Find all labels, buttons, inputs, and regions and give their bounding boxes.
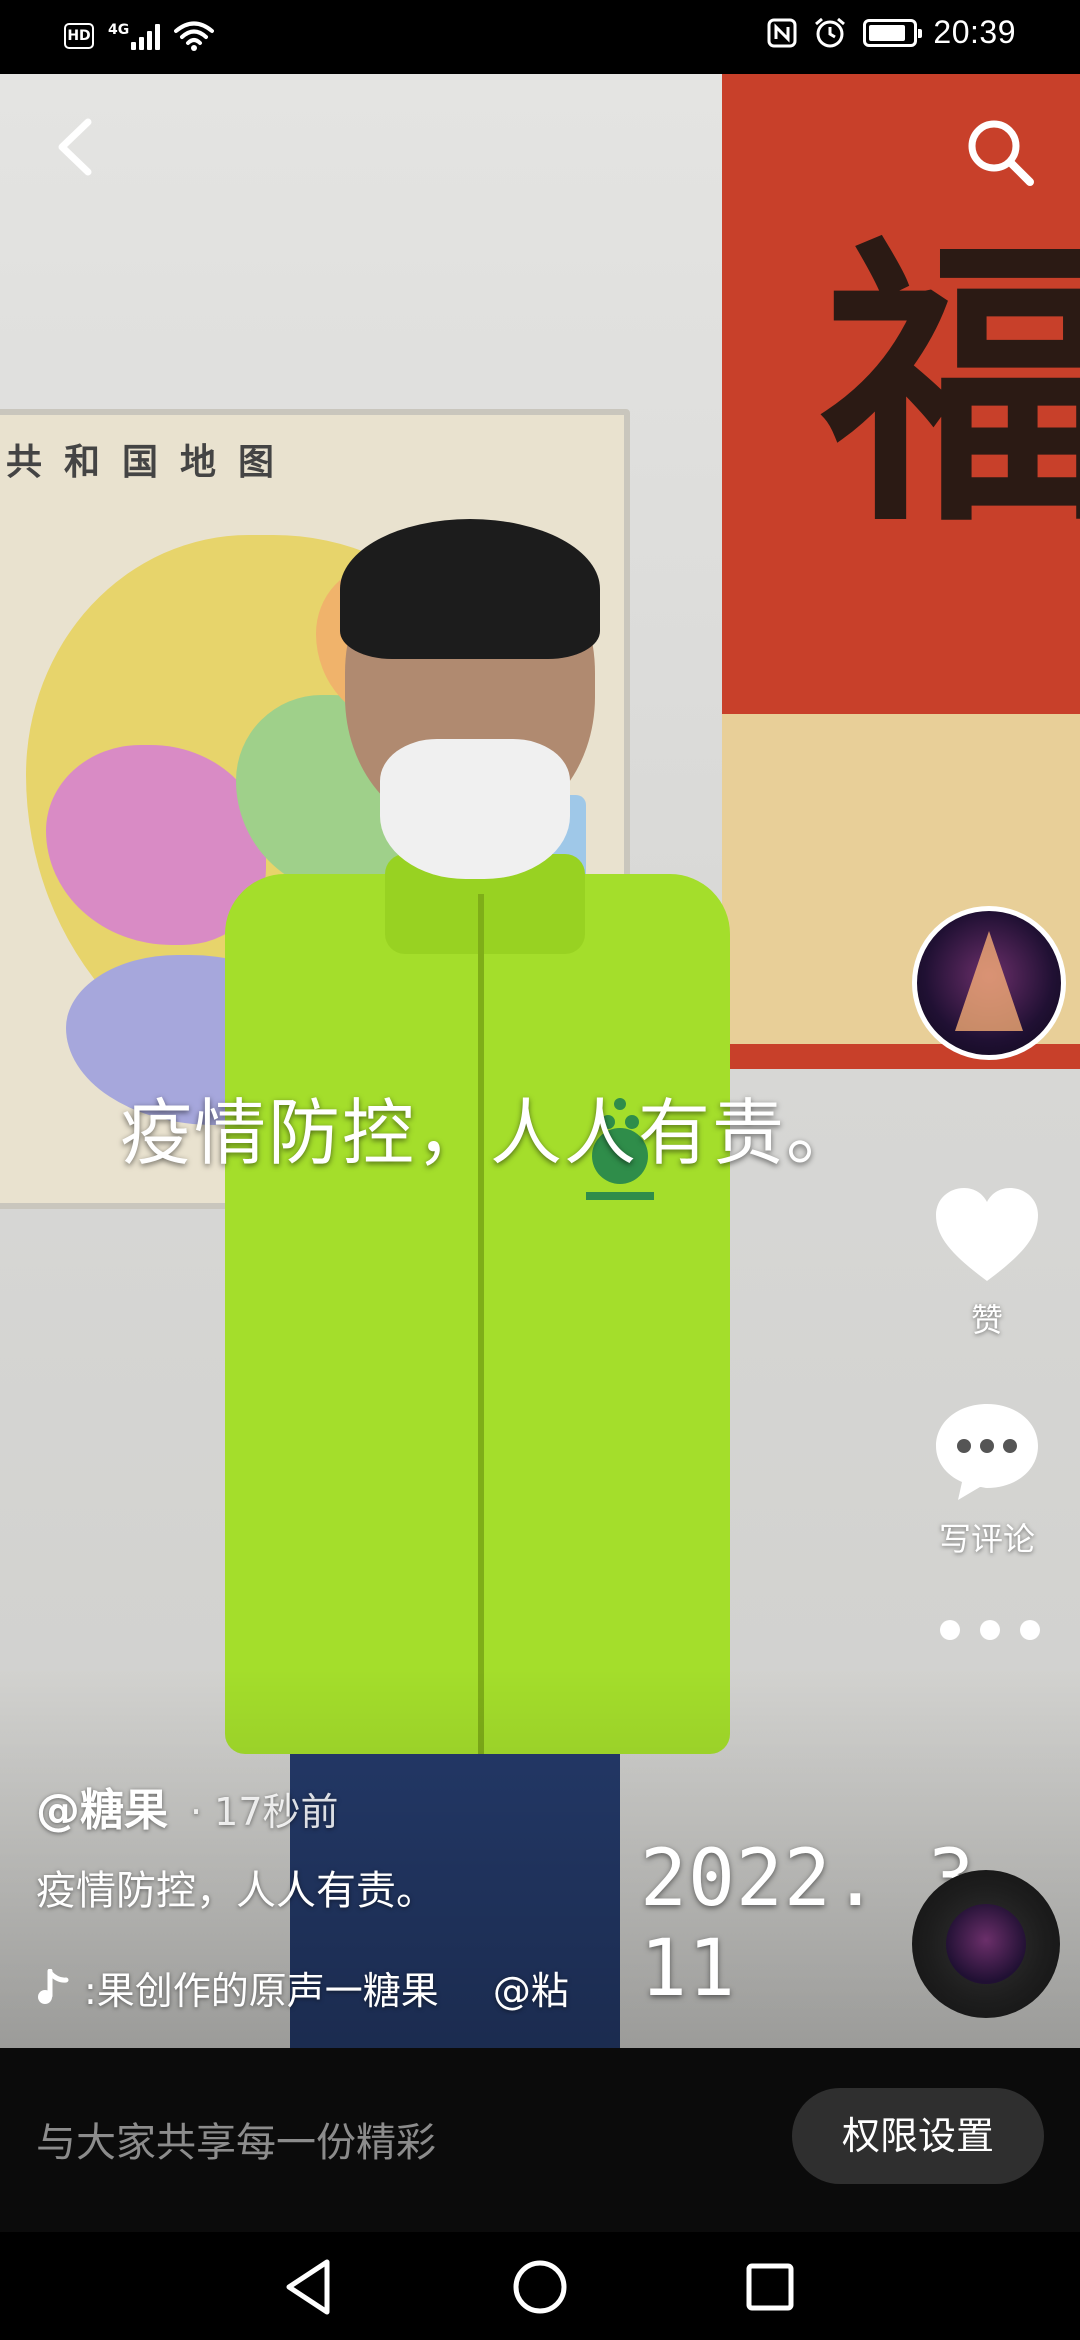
battery-icon	[863, 18, 923, 47]
status-right: 20:39	[767, 14, 1016, 51]
vest-zipper	[478, 894, 484, 1754]
wifi-icon	[174, 21, 215, 51]
recents-square-icon[interactable]	[735, 2252, 805, 2322]
status-bar: HD 4G 20:39	[0, 0, 1080, 74]
hd-icon: HD	[64, 23, 94, 49]
battery-fill	[869, 24, 906, 41]
post-author-row: @糖果 · 17秒前	[36, 1774, 339, 1838]
more-button[interactable]	[940, 1610, 1040, 1650]
back-button[interactable]	[48, 112, 108, 182]
comment-input-bar: 与大家共享每一份精彩 权限设置	[0, 2048, 1080, 2232]
post-description: 疫情防控，人人有责。	[36, 1868, 436, 1914]
nfc-icon	[767, 18, 797, 47]
comment-button[interactable]: 写评论	[912, 1400, 1062, 1560]
alarm-icon	[815, 17, 846, 47]
home-circle-icon[interactable]	[505, 2252, 575, 2322]
author-name[interactable]: @糖果	[36, 1774, 168, 1838]
video-player[interactable]: 共和国地图 福 疫情防控，人人有责。 2022. 3. 11	[0, 74, 1080, 2048]
person-hair	[340, 519, 600, 659]
search-icon	[968, 120, 1034, 186]
author-avatar[interactable]	[912, 906, 1066, 1060]
post-time: · 17秒前	[190, 1790, 339, 1834]
like-button[interactable]: 赞	[912, 1185, 1062, 1341]
music-disc[interactable]	[912, 1870, 1060, 2018]
share-input[interactable]: 与大家共享每一份精彩	[36, 2110, 436, 2168]
music-ticker[interactable]: :果创作的原声一糖果 @粘	[36, 1960, 596, 2015]
heart-icon	[936, 1188, 1038, 1281]
status-time: 20:39	[933, 14, 1016, 50]
network-type: 4G	[108, 22, 130, 38]
christmas-tree-icon	[955, 931, 1023, 1031]
system-nav-bar	[0, 2232, 1080, 2340]
video-caption: 疫情防控，人人有责。	[120, 1091, 861, 1175]
music-mention: @粘	[492, 1969, 569, 2013]
permission-settings-button[interactable]: 权限设置	[792, 2088, 1044, 2184]
comment-label: 写评论	[938, 1520, 1035, 1558]
map-title: 共和国地图	[6, 441, 297, 483]
more-dot	[980, 1620, 1000, 1640]
more-dot	[1020, 1620, 1040, 1640]
search-button[interactable]	[960, 112, 1040, 192]
signal-icon: 4G	[108, 22, 161, 50]
back-triangle-icon[interactable]	[275, 2252, 345, 2322]
status-left: HD 4G	[64, 20, 215, 52]
poster-character: 福	[822, 209, 1080, 562]
like-label: 赞	[970, 1301, 1003, 1339]
comment-bubble-icon	[936, 1404, 1038, 1500]
more-dot	[940, 1620, 960, 1640]
chevron-left-icon	[58, 118, 92, 176]
disc-cover	[946, 1904, 1026, 1984]
music-title: :果创作的原声一糖果	[84, 1969, 439, 2013]
face-mask	[380, 739, 570, 879]
music-note-icon	[38, 1968, 69, 2004]
